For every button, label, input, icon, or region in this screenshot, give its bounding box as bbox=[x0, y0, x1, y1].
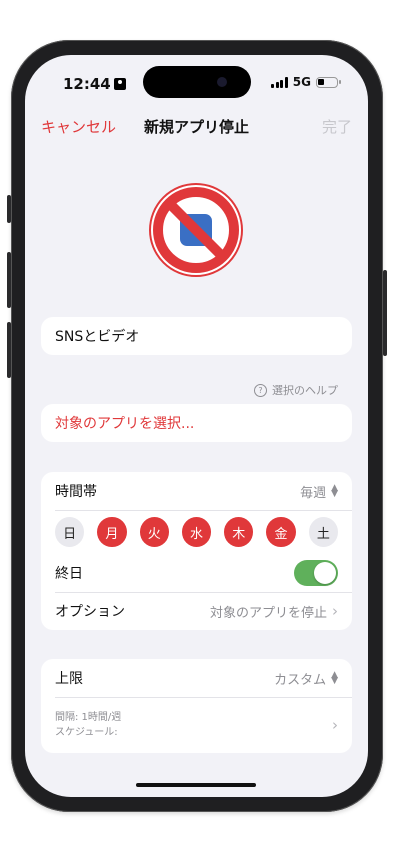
schedule-text: スケジュール: bbox=[55, 727, 118, 738]
name-field[interactable]: SNSとビデオ bbox=[41, 317, 352, 355]
options-label: オプション bbox=[55, 604, 125, 620]
all-day-label: 終日 bbox=[55, 566, 83, 582]
chevron-right-icon: › bbox=[332, 716, 338, 734]
select-apps-card: 対象のアプリを選択... bbox=[41, 404, 352, 442]
help-label: 選択のヘルプ bbox=[272, 384, 338, 397]
name-field-value: SNSとビデオ bbox=[55, 329, 140, 345]
limit-value: カスタム bbox=[274, 672, 327, 688]
weekday-selector: 日 月 火 水 木 金 土 bbox=[41, 510, 352, 554]
network-type: 5G bbox=[292, 75, 311, 89]
camera-icon bbox=[217, 77, 227, 87]
limit-label: 上限 bbox=[55, 671, 83, 687]
all-day-toggle[interactable] bbox=[294, 560, 338, 586]
frequency-picker[interactable]: 毎週 ▲ ▼ bbox=[300, 482, 338, 501]
chevron-right-icon: › bbox=[332, 602, 338, 620]
screen: 12:44 5G キャンセル 新規アプリ停止 完了 SNSとビデオ ? 選択のヘ… bbox=[25, 55, 368, 797]
limit-picker[interactable]: カスタム ▲ ▼ bbox=[274, 669, 338, 688]
limit-card: 上限 カスタム ▲ ▼ 間隔: 1時間/週 スケジュール: › bbox=[41, 659, 352, 753]
frequency-value: 毎週 bbox=[300, 485, 327, 501]
volume-down-button bbox=[7, 322, 11, 378]
status-bar-right: 5G bbox=[271, 75, 341, 89]
all-day-row: 終日 bbox=[41, 554, 352, 592]
time-text: 12:44 bbox=[63, 75, 111, 93]
volume-up-button bbox=[7, 252, 11, 308]
limit-row[interactable]: 上限 カスタム ▲ ▼ bbox=[41, 659, 352, 697]
page-title: 新規アプリ停止 bbox=[143, 118, 249, 136]
time-range-label: 時間帯 bbox=[55, 484, 97, 500]
day-wednesday[interactable]: 水 bbox=[181, 517, 212, 547]
day-saturday[interactable]: 土 bbox=[308, 517, 338, 547]
select-apps-button[interactable]: 対象のアプリを選択... bbox=[41, 404, 352, 442]
up-down-chevron-icon: ▲ ▼ bbox=[331, 670, 338, 686]
select-apps-label: 対象のアプリを選択... bbox=[55, 416, 195, 432]
status-bar-time: 12:44 bbox=[63, 75, 126, 93]
day-thursday[interactable]: 木 bbox=[224, 517, 254, 547]
time-range-row[interactable]: 時間帯 毎週 ▲ ▼ bbox=[41, 472, 352, 510]
up-down-chevron-icon: ▲ ▼ bbox=[331, 483, 338, 499]
home-indicator[interactable] bbox=[136, 783, 256, 787]
day-tuesday[interactable]: 火 bbox=[139, 517, 169, 547]
id-badge-icon bbox=[113, 78, 126, 90]
question-icon: ? bbox=[254, 383, 267, 397]
schedule-card: 時間帯 毎週 ▲ ▼ 日 月 火 水 木 金 土 終日 オプション 対象のアプリを… bbox=[41, 472, 352, 630]
limit-detail-row[interactable]: 間隔: 1時間/週 スケジュール: › bbox=[41, 697, 352, 753]
action-button bbox=[7, 195, 11, 223]
day-friday[interactable]: 金 bbox=[266, 517, 296, 547]
options-value: 対象のアプリを停止 bbox=[209, 605, 327, 621]
interval-text: 間隔: 1時間/週 bbox=[55, 712, 122, 723]
help-link[interactable]: ? 選択のヘルプ bbox=[254, 382, 338, 398]
battery-icon bbox=[316, 76, 341, 88]
day-monday[interactable]: 月 bbox=[97, 517, 127, 547]
power-button bbox=[383, 270, 387, 356]
day-sunday[interactable]: 日 bbox=[55, 517, 85, 547]
dynamic-island bbox=[143, 66, 251, 98]
options-row[interactable]: オプション 対象のアプリを停止 › bbox=[41, 592, 352, 630]
name-card: SNSとビデオ bbox=[41, 317, 352, 355]
done-button[interactable]: 完了 bbox=[322, 116, 352, 137]
signal-icon bbox=[271, 76, 288, 88]
app-block-icon bbox=[149, 183, 243, 277]
